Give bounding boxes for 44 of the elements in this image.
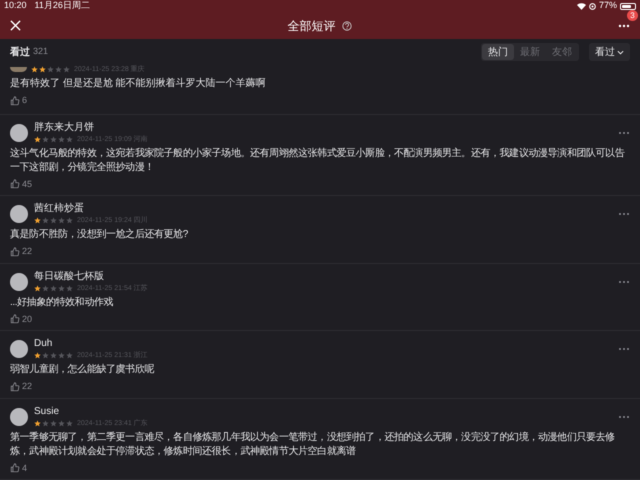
like-count: 22 <box>22 245 32 258</box>
comment-text: 这斗气化马般的特效，这宛若我家院子般的小家子场地。还有周翊然这张韩式爱豆小厮脸，不配演男频男主。还有，我建议动漫导演和团队可以告一下这部剧，分镜完全照抄动漫！ <box>10 146 626 174</box>
comment-text: ...好抽象的特效和动作戏 <box>10 296 114 310</box>
comment-text: 第一季够无聊了，第二季更一言难尽，各自修炼那几年我以为会一笔带过，没想到拍了，还拍的这么无聊，没完没了的幻境，动漫他们只要去修炼，武神殿计划就会处于停滞状态，修炼时间还很长，武神殿情节大片空白就离谱 <box>10 430 616 458</box>
user-name[interactable]: 每日碳酸七杯版 <box>34 270 148 282</box>
like-count: 20 <box>22 312 32 326</box>
sort-tab[interactable]: 热门 <box>482 44 514 60</box>
close-icon[interactable] <box>10 20 21 32</box>
date-text: 11月26日周二 <box>34 0 90 12</box>
like-count: 45 <box>22 178 32 190</box>
notification-badge: 3 <box>627 10 638 21</box>
thumbs-up-icon[interactable] <box>10 246 20 257</box>
filter-dropdown[interactable]: 看过 <box>589 43 630 62</box>
avatar[interactable] <box>10 408 28 426</box>
user-name[interactable]: Susie <box>34 406 148 418</box>
thumbs-up-icon[interactable] <box>10 96 20 106</box>
avatar[interactable] <box>10 124 28 142</box>
thumbs-up-icon[interactable] <box>10 179 20 190</box>
thumbs-up-icon[interactable] <box>10 314 20 324</box>
help-icon[interactable] <box>342 20 352 31</box>
count-text: 321 <box>33 45 48 58</box>
more-icon[interactable] <box>618 24 630 28</box>
wifi-icon <box>576 2 586 10</box>
battery-icon <box>620 2 636 10</box>
like-count: 4 <box>22 462 28 474</box>
avatar[interactable] <box>10 205 28 223</box>
user-name[interactable]: 茜红柿炒蛋 <box>34 203 148 215</box>
thumbs-up-icon[interactable] <box>10 382 20 392</box>
like-count: 22 <box>22 380 32 393</box>
like-count: 6 <box>22 94 28 107</box>
section-label: 看过 <box>10 46 30 60</box>
user-name[interactable]: Duh <box>34 338 148 350</box>
avatar[interactable] <box>10 340 28 358</box>
comment-text: 弱智儿童剧，怎么能缺了虞书欣呢 <box>10 363 156 377</box>
comment-text: 真是防不胜防，没想到一尬之后还有更尬? <box>10 228 189 242</box>
user-name[interactable]: 胖东来大月饼 <box>34 122 148 134</box>
avatar[interactable] <box>10 272 28 290</box>
caret-icon <box>617 50 624 55</box>
avatar[interactable] <box>10 66 27 72</box>
page-title: 全部短评 <box>288 18 336 35</box>
battery-percent: 77% <box>598 0 617 12</box>
clock-time: 10:20 <box>4 0 27 12</box>
thumbs-up-icon[interactable] <box>10 463 20 474</box>
comment-text: 是有特效了 但是还是尬 能不能别揪着斗罗大陆一个羊薅啊 <box>10 76 267 91</box>
